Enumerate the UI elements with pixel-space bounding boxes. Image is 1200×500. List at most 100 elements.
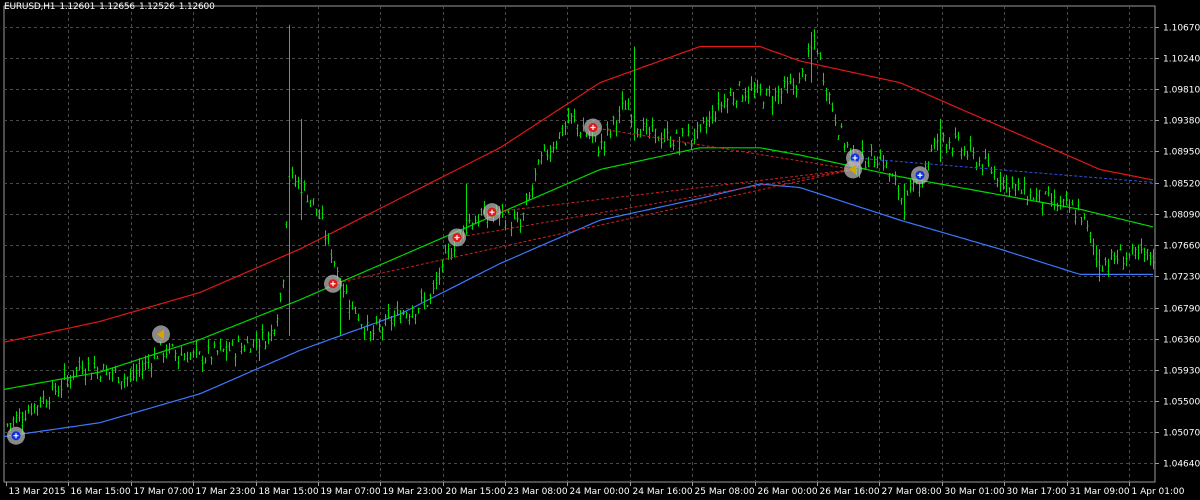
- price-bar: [576, 124, 579, 137]
- price-bar: [732, 91, 735, 106]
- price-bar: [261, 324, 264, 341]
- price-bar: [876, 156, 879, 169]
- price-bar: [192, 350, 195, 358]
- price-bar: [936, 133, 939, 151]
- price-bar: [99, 375, 102, 382]
- price-bar: [579, 131, 582, 139]
- price-bar: [186, 351, 189, 363]
- price-bar: [1047, 186, 1050, 197]
- price-bar: [750, 76, 753, 91]
- price-bar: [324, 230, 327, 246]
- price-bar: [408, 313, 411, 325]
- price-bar: [87, 357, 90, 371]
- price-bar: [768, 85, 771, 97]
- price-bar: [153, 347, 156, 360]
- price-bar: [684, 142, 687, 146]
- price-bar: [414, 313, 417, 325]
- price-bar: [717, 91, 720, 111]
- price-chart-window[interactable]: 1.10670 1.10240 1.09810 1.09380 1.08950 1.085…: [0, 0, 1200, 500]
- price-bar: [933, 137, 936, 150]
- price-bar: [1071, 199, 1074, 206]
- price-bar: [381, 326, 384, 341]
- price-bar: [255, 331, 258, 350]
- price-bar: [966, 150, 969, 160]
- price-bar: [864, 160, 867, 170]
- price-bar: [426, 305, 429, 307]
- time-axis-label: 17 Mar 23:00: [196, 487, 256, 497]
- price-bar: [981, 164, 984, 176]
- price-bar: [1041, 203, 1044, 216]
- trade-link-dotted-line: [456, 168, 854, 238]
- price-bar: [15, 411, 18, 423]
- price-bar: [603, 141, 606, 156]
- price-axis-label: 1.05070: [1163, 429, 1200, 439]
- price-bar: [282, 279, 285, 289]
- price-bar: [183, 353, 186, 361]
- price-bar: [765, 88, 768, 96]
- price-bar: [195, 340, 198, 359]
- price-bar: [207, 339, 210, 354]
- price-bar: [1074, 209, 1077, 225]
- price-bar: [984, 148, 987, 160]
- price-bar: [330, 249, 333, 263]
- price-bar: [696, 121, 699, 139]
- price-bar: [1089, 232, 1092, 243]
- price-bar: [312, 198, 315, 206]
- price-bar: [882, 155, 885, 171]
- price-bar: [873, 155, 876, 168]
- price-bar: [960, 147, 963, 160]
- chart-canvas[interactable]: 1.10670 1.10240 1.09810 1.09380 1.08950 1.085…: [0, 0, 1200, 500]
- price-bar: [372, 325, 375, 341]
- price-bar: [276, 314, 279, 327]
- price-bar: [687, 123, 690, 137]
- price-bar: [399, 310, 402, 324]
- price-bar: [78, 356, 81, 371]
- price-bar: [174, 349, 177, 361]
- price-axis-label: 1.09380: [1163, 117, 1200, 127]
- price-bar: [918, 183, 921, 197]
- price-bar: [954, 127, 957, 139]
- price-bar: [570, 113, 573, 124]
- price-bar: [267, 331, 270, 345]
- price-bar: [45, 399, 48, 408]
- price-bar: [180, 346, 183, 356]
- price-bar: [405, 311, 408, 319]
- price-bar: [252, 339, 255, 348]
- price-bar: [6, 423, 9, 428]
- price-bar: [108, 371, 111, 380]
- price-bar: [435, 272, 438, 290]
- ohlc-open: 1.12601: [59, 2, 96, 12]
- price-bar: [1056, 202, 1059, 211]
- price-bar: [519, 218, 522, 233]
- price-bar: [387, 304, 390, 319]
- price-bar: [660, 132, 663, 149]
- price-bar: [1128, 253, 1131, 259]
- price-bar: [762, 101, 765, 109]
- price-bar: [297, 176, 300, 190]
- price-bar: [1080, 216, 1083, 226]
- price-bar: [177, 356, 180, 370]
- price-bar: [804, 74, 807, 82]
- price-bar: [357, 313, 360, 321]
- symbol-info-bar: EURUSD,H1 1.12601 1.12656 1.12526 1.12600: [4, 2, 219, 12]
- price-bar: [54, 382, 57, 395]
- price-bar: [558, 132, 561, 140]
- price-bar: [1146, 248, 1149, 261]
- price-bar: [669, 136, 672, 148]
- price-bar: [729, 87, 732, 96]
- time-axis-label: 19 Mar 23:00: [383, 487, 443, 497]
- price-bar: [342, 283, 345, 298]
- price-bar: [1122, 256, 1125, 270]
- price-bar: [39, 396, 42, 408]
- price-bar: [510, 221, 513, 237]
- price-axis-label: 1.07660: [1163, 242, 1200, 252]
- price-bar: [93, 355, 96, 369]
- time-axis-label: 16 Mar 15:00: [71, 487, 131, 497]
- price-bar: [354, 306, 357, 314]
- price-bar: [1020, 189, 1023, 195]
- price-bar: [219, 338, 222, 351]
- price-bar: [234, 353, 237, 367]
- price-bar: [1095, 245, 1098, 268]
- time-axis-label: 31 Mar 09:00: [1070, 487, 1130, 497]
- price-bar: [771, 96, 774, 116]
